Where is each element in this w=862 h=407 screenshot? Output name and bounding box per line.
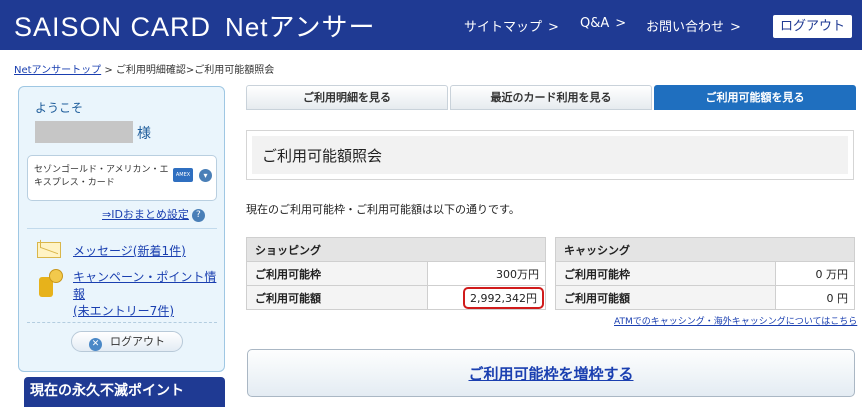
- cashing-available-value: 0 円: [775, 285, 855, 310]
- service-name: Netアンサー: [225, 12, 376, 42]
- page-title: ご利用可能額照会: [262, 147, 383, 165]
- breadcrumb-current: ご利用可能額照会: [194, 65, 275, 76]
- shopping-available-label: ご利用可能額: [246, 285, 428, 310]
- tab-statement[interactable]: ご利用明細を見る: [246, 85, 448, 110]
- breadcrumb-home-link[interactable]: Netアンサートップ: [14, 65, 101, 76]
- envelope-icon: [37, 242, 61, 258]
- nav-contact-label: お問い合わせ: [646, 20, 725, 35]
- honorific: 様: [137, 126, 151, 142]
- chevron-right-icon: >: [548, 20, 559, 35]
- nav-contact[interactable]: お問い合わせ >: [646, 16, 741, 35]
- cashing-table: キャッシング ご利用可能枠 0 万円 ご利用可能額 0 円: [555, 237, 855, 310]
- atm-cashing-link[interactable]: ATMでのキャッシング・海外キャッシングについてはこちら: [614, 314, 857, 327]
- shopping-limit-value: 300万円: [427, 261, 546, 286]
- points-header: 現在の永久不滅ポイント: [24, 377, 225, 407]
- tab-recent-usage[interactable]: 最近のカード利用を見る: [450, 85, 652, 110]
- campaign-link[interactable]: キャンペーン・ポイント情報 (未エントリー7件): [73, 269, 223, 320]
- sidebar-logout-label: ログアウト: [110, 335, 165, 348]
- sidebar-logout-button[interactable]: ✕ ログアウト: [71, 331, 183, 352]
- logo[interactable]: SAISON CARD Netアンサー: [14, 7, 375, 44]
- close-icon: ✕: [89, 338, 102, 351]
- shopping-table: ショッピング ご利用可能枠 300万円 ご利用可能額 2,992,342円: [246, 237, 546, 310]
- chevron-down-icon[interactable]: ▾: [199, 169, 212, 182]
- chevron-right-icon: >: [615, 16, 627, 31]
- id-settings-link[interactable]: ⇒IDおまとめ設定?: [102, 206, 205, 222]
- brand-name: SAISON CARD: [14, 12, 212, 42]
- increase-limit-button[interactable]: ご利用可能枠を増枠する: [247, 349, 855, 397]
- breadcrumb-middle: ご利用明細確認: [115, 65, 186, 76]
- logout-button[interactable]: ログアウト: [773, 15, 852, 38]
- nav-faq[interactable]: Q&A >: [580, 16, 626, 31]
- divider: [27, 322, 217, 323]
- card-name: セゾンゴールド・アメリカン・エキスプレス・カード: [34, 165, 169, 188]
- shopping-limit-label: ご利用可能枠: [246, 261, 428, 286]
- tab-available-amount[interactable]: ご利用可能額を見る: [654, 85, 856, 110]
- cashing-section-title: キャッシング: [555, 237, 855, 262]
- card-selector[interactable]: セゾンゴールド・アメリカン・エキスプレス・カード AMEX ▾: [27, 155, 217, 201]
- divider: [27, 228, 217, 229]
- user-name-redacted: [35, 121, 133, 143]
- cashing-available-label: ご利用可能額: [555, 285, 776, 310]
- campaign-link-line1: キャンペーン・ポイント情報: [73, 270, 217, 301]
- shopping-section-title: ショッピング: [246, 237, 546, 262]
- nav-sitemap-label: サイトマップ: [464, 20, 543, 35]
- amex-card-icon: AMEX: [173, 168, 193, 182]
- breadcrumb: Netアンサートップ > ご利用明細確認>ご利用可能額照会: [14, 61, 274, 76]
- messages-link[interactable]: メッセージ(新着1件): [73, 242, 186, 259]
- nav-faq-label: Q&A: [580, 16, 610, 31]
- title-panel: ご利用可能額照会: [246, 130, 854, 180]
- shopping-available-value: 2,992,342円: [463, 286, 544, 309]
- sidebar: ようこそ 様 セゾンゴールド・アメリカン・エキスプレス・カード AMEX ▾ ⇒…: [18, 86, 225, 372]
- coins-icon: [39, 269, 63, 297]
- increase-limit-label: ご利用可能枠を増枠する: [468, 365, 634, 383]
- nav-sitemap[interactable]: サイトマップ >: [464, 16, 559, 35]
- chevron-right-icon: >: [730, 20, 741, 35]
- cashing-limit-label: ご利用可能枠: [555, 261, 776, 286]
- breadcrumb-separator: >: [101, 65, 116, 76]
- help-icon[interactable]: ?: [191, 208, 205, 222]
- description-text: 現在のご利用可能枠・ご利用可能額は以下の通りです。: [246, 203, 520, 216]
- id-settings-label: ⇒IDおまとめ設定: [102, 208, 189, 221]
- welcome-text: ようこそ: [35, 101, 84, 115]
- cashing-limit-value: 0 万円: [775, 261, 855, 286]
- campaign-link-line2: (未エントリー7件): [73, 304, 174, 318]
- top-header: SAISON CARD Netアンサー サイトマップ > Q&A > お問い合わせ > …: [0, 0, 862, 50]
